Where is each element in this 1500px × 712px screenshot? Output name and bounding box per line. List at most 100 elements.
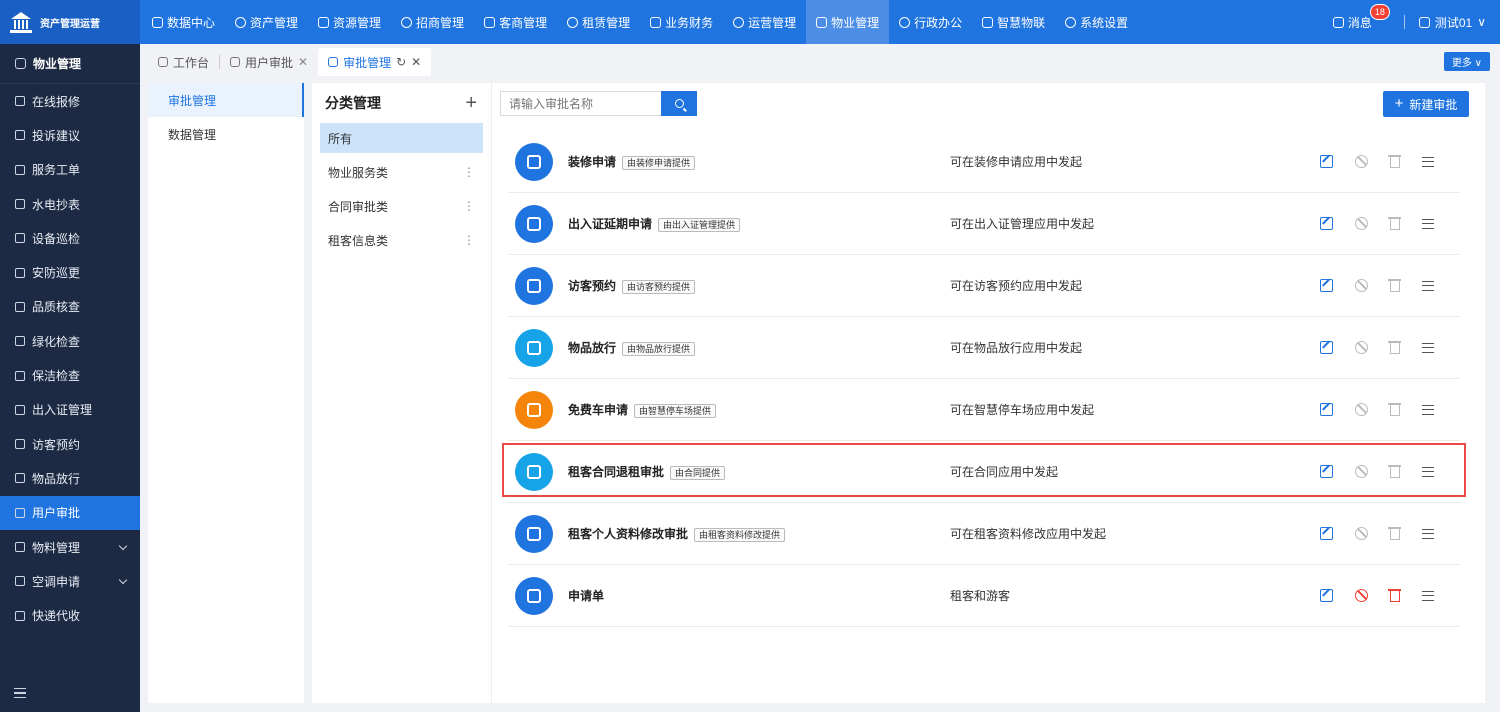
add-category-button[interactable]: + <box>465 92 477 115</box>
approval-row: 租客个人资料修改审批 由租客资料修改提供 可在租客资料修改应用中发起 <box>508 503 1460 565</box>
sidebar-item-label: 物料管理 <box>32 540 81 555</box>
sidebar-item[interactable]: 服务工单 <box>0 153 140 187</box>
sidebar-item[interactable]: 保洁检查 <box>0 358 140 392</box>
drag-handle-icon[interactable] <box>1422 466 1434 477</box>
search-button[interactable] <box>661 91 697 116</box>
edit-icon[interactable] <box>1320 341 1333 354</box>
search-input[interactable] <box>500 91 661 116</box>
approval-name: 装修申请 由装修申请提供 <box>568 153 696 170</box>
category-item[interactable]: 所有 <box>320 123 483 153</box>
edit-icon[interactable] <box>1320 217 1333 230</box>
disable-icon[interactable] <box>1355 341 1368 354</box>
trash-icon[interactable] <box>1388 279 1401 292</box>
row-actions <box>1320 217 1434 230</box>
sidebar-item[interactable]: 访客预约 <box>0 427 140 461</box>
topnav-item[interactable]: 运营管理 <box>723 0 806 44</box>
messages-badge: 18 <box>1369 3 1390 20</box>
refresh-icon[interactable]: ↻ <box>396 55 406 69</box>
sidebar-item[interactable]: 用户审批 <box>0 495 140 530</box>
topnav-item[interactable]: 客商管理 <box>474 0 557 44</box>
trash-icon[interactable] <box>1388 341 1401 354</box>
trash-icon[interactable] <box>1388 403 1401 416</box>
sidebar-item[interactable]: 投诉建议 <box>0 118 140 152</box>
approval-name-text: 免费车申请 <box>568 403 629 417</box>
disable-icon[interactable] <box>1355 279 1368 292</box>
sidebar-item[interactable]: 在线报修 <box>0 84 140 118</box>
sidebar-item[interactable]: 设备巡检 <box>0 221 140 255</box>
sidebar-item[interactable]: 物品放行 <box>0 461 140 495</box>
approval-name: 访客预约 由访客预约提供 <box>568 277 696 294</box>
submenu-item[interactable]: 审批管理 <box>148 83 304 117</box>
menu-item-icon <box>15 473 25 484</box>
edit-icon[interactable] <box>1320 527 1333 540</box>
drag-handle-icon[interactable] <box>1422 342 1434 353</box>
sidebar-item[interactable]: 快递代收 <box>0 598 140 632</box>
drag-handle-icon[interactable] <box>1422 156 1434 167</box>
sidebar-item-label: 品质核查 <box>32 300 81 315</box>
tab[interactable]: 工作台 <box>148 48 219 76</box>
collapse-sidebar-icon[interactable] <box>14 688 26 698</box>
messages-button[interactable]: 消息 18 <box>1332 3 1390 31</box>
edit-icon[interactable] <box>1320 589 1333 602</box>
drag-handle-icon[interactable] <box>1422 528 1434 539</box>
drag-handle-icon[interactable] <box>1422 404 1434 415</box>
drag-handle-icon[interactable] <box>1422 218 1434 229</box>
user-menu[interactable]: 测试01 ∨ <box>1418 14 1486 31</box>
chevron-down-icon: ∨ <box>1477 15 1486 29</box>
topnav-item[interactable]: 资源管理 <box>308 0 391 44</box>
topnav-item[interactable]: 资产管理 <box>225 0 308 44</box>
disable-icon[interactable] <box>1355 589 1368 602</box>
close-icon[interactable]: ✕ <box>298 55 308 69</box>
edit-icon[interactable] <box>1320 279 1333 292</box>
topnav-item[interactable]: 行政办公 <box>889 0 972 44</box>
more-tabs-label: 更多 <box>1451 58 1472 69</box>
edit-icon[interactable] <box>1320 403 1333 416</box>
more-tabs-button[interactable]: 更多 ∨ <box>1443 52 1490 71</box>
sidebar-item[interactable]: 绿化检查 <box>0 324 140 358</box>
tab[interactable]: 用户审批 ✕ <box>220 48 318 76</box>
approval-name: 租客个人资料修改审批 由租客资料修改提供 <box>568 525 786 542</box>
more-vertical-icon[interactable]: ⋮ <box>463 165 475 179</box>
category-item[interactable]: 合同审批类 ⋮ <box>320 191 483 221</box>
tab[interactable]: 审批管理 ↻ ✕ <box>318 48 432 76</box>
new-approval-button[interactable]: + 新建审批 <box>1383 91 1469 117</box>
trash-icon[interactable] <box>1388 589 1401 602</box>
sidebar-item[interactable]: 出入证管理 <box>0 393 140 427</box>
sidebar-item[interactable]: 水电抄表 <box>0 187 140 221</box>
more-vertical-icon[interactable]: ⋮ <box>463 199 475 213</box>
topnav-item[interactable]: 招商管理 <box>391 0 474 44</box>
disable-icon[interactable] <box>1355 403 1368 416</box>
trash-icon[interactable] <box>1388 217 1401 230</box>
more-vertical-icon[interactable]: ⋮ <box>463 233 475 247</box>
edit-icon[interactable] <box>1320 155 1333 168</box>
row-actions <box>1320 589 1434 602</box>
topnav-item[interactable]: 智慧物联 <box>972 0 1055 44</box>
disable-icon[interactable] <box>1355 217 1368 230</box>
sidebar-item[interactable]: 物料管理 <box>0 530 140 564</box>
app-logo[interactable]: 资产管理运营 <box>0 0 140 44</box>
topnav-item[interactable]: 系统设置 <box>1055 0 1138 44</box>
tab-label: 审批管理 <box>343 55 392 70</box>
category-item[interactable]: 物业服务类 ⋮ <box>320 157 483 187</box>
submenu-item[interactable]: 数据管理 <box>148 117 304 151</box>
sidebar-item[interactable]: 品质核查 <box>0 290 140 324</box>
drag-handle-icon[interactable] <box>1422 280 1434 291</box>
disable-icon[interactable] <box>1355 465 1368 478</box>
category-item[interactable]: 租客信息类 ⋮ <box>320 225 483 255</box>
topnav-item[interactable]: 租赁管理 <box>557 0 640 44</box>
disable-icon[interactable] <box>1355 527 1368 540</box>
close-icon[interactable]: ✕ <box>411 55 421 69</box>
sidebar-title[interactable]: 物业管理 <box>0 44 140 84</box>
topnav-item[interactable]: 物业管理 <box>806 0 890 44</box>
topnav-item[interactable]: 业务财务 <box>640 0 723 44</box>
drag-handle-icon[interactable] <box>1422 590 1434 601</box>
trash-icon[interactable] <box>1388 155 1401 168</box>
trash-icon[interactable] <box>1388 465 1401 478</box>
sidebar-item[interactable]: 空调申请 <box>0 564 140 598</box>
trash-icon[interactable] <box>1388 527 1401 540</box>
form-glyph-icon <box>527 465 541 479</box>
topnav-item[interactable]: 数据中心 <box>142 0 225 44</box>
disable-icon[interactable] <box>1355 155 1368 168</box>
sidebar-item[interactable]: 安防巡更 <box>0 255 140 289</box>
edit-icon[interactable] <box>1320 465 1333 478</box>
